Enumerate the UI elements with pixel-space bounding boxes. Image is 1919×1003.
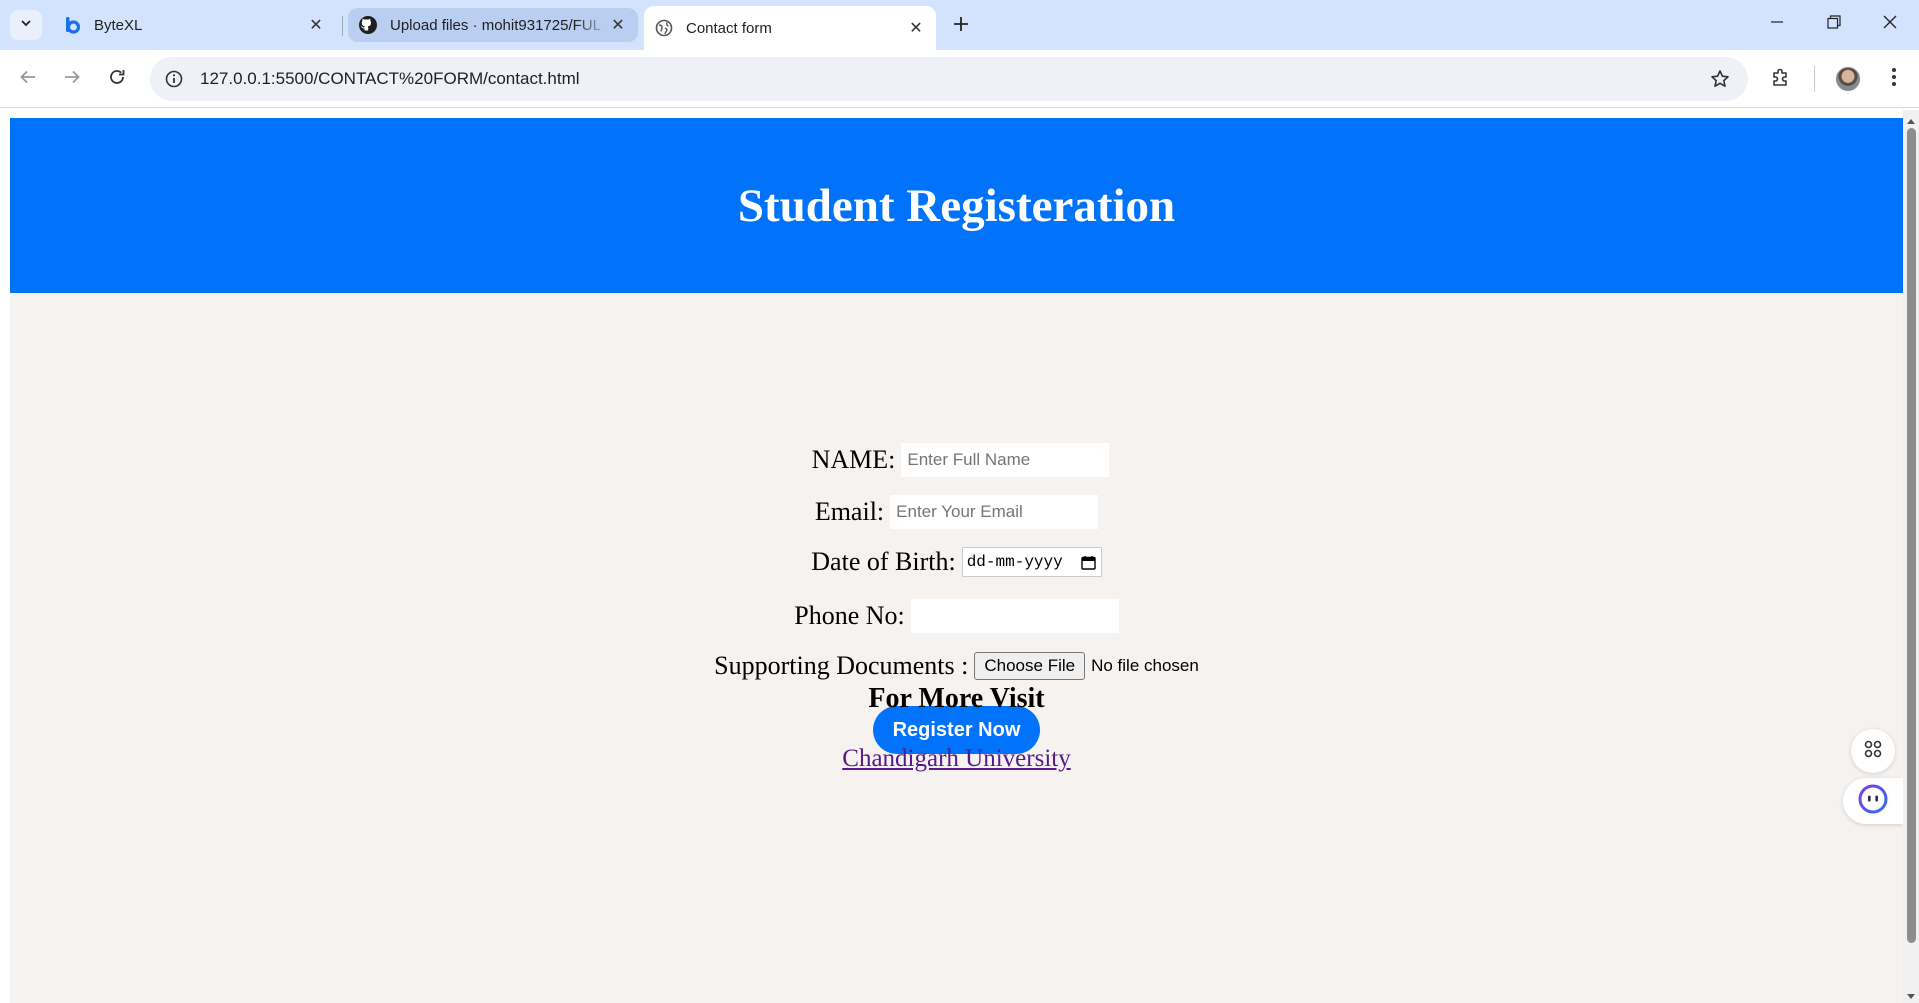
tab-contact-form[interactable]: Contact form ✕ — [644, 6, 936, 50]
avatar — [1836, 67, 1860, 91]
puzzle-icon — [1771, 67, 1791, 92]
browser-toolbar: 127.0.0.1:5500/CONTACT%20FORM/contact.ht… — [0, 50, 1919, 108]
dob-row: Date of Birth: dd-mm-yyyy — [10, 547, 1903, 577]
reload-button[interactable] — [101, 63, 133, 95]
close-icon[interactable]: ✕ — [906, 18, 926, 38]
close-icon — [1883, 15, 1897, 34]
page-scrollbar[interactable] — [1903, 110, 1919, 1003]
plus-icon — [953, 12, 969, 38]
kebab-menu-icon — [1891, 67, 1897, 92]
documents-row: Supporting Documents : Choose File No fi… — [10, 651, 1903, 681]
scroll-down-arrow-icon[interactable] — [1906, 989, 1916, 999]
email-label: Email: — [814, 497, 885, 526]
page-content: Student Registeration NAME: Email: Date … — [10, 118, 1903, 1003]
minimize-button[interactable] — [1755, 8, 1799, 40]
chandigarh-university-link[interactable]: Chandigarh University — [842, 745, 1070, 772]
name-row: NAME: — [14, 443, 1907, 477]
close-icon[interactable]: ✕ — [608, 15, 628, 35]
calendar-icon[interactable] — [1081, 554, 1097, 570]
tab-bytexl[interactable]: ByteXL ✕ — [52, 8, 336, 42]
tab-search-button[interactable] — [10, 10, 42, 40]
tab-strip: ByteXL ✕ Upload files · mohit931725/FUL … — [0, 0, 1919, 50]
globe-icon — [654, 18, 674, 38]
arrow-right-icon — [63, 68, 81, 91]
menu-button[interactable] — [1878, 63, 1910, 95]
page-header: Student Registeration — [10, 118, 1903, 293]
scroll-up-arrow-icon[interactable] — [1906, 113, 1916, 124]
github-icon — [358, 15, 378, 35]
choose-file-button[interactable]: Choose File — [974, 652, 1086, 680]
tab-separator — [342, 16, 343, 36]
email-row: Email: — [10, 495, 1903, 529]
toolbar-divider — [1814, 66, 1815, 92]
chevron-down-icon — [19, 16, 33, 35]
dob-label: Date of Birth: — [811, 547, 956, 576]
page-title: Student Registeration — [737, 179, 1176, 232]
restore-button[interactable] — [1812, 8, 1856, 40]
reload-icon — [108, 68, 126, 91]
tab-title: Contact form — [686, 19, 772, 37]
phone-input[interactable] — [910, 599, 1119, 633]
arrow-left-icon — [19, 68, 37, 91]
forward-button[interactable] — [56, 63, 88, 95]
phone-row: Phone No: — [10, 599, 1903, 633]
address-bar[interactable]: 127.0.0.1:5500/CONTACT%20FORM/contact.ht… — [150, 57, 1748, 101]
command-icon — [1862, 738, 1884, 765]
assistant-button[interactable] — [1843, 778, 1903, 824]
phone-label: Phone No: — [794, 601, 905, 630]
dob-placeholder: dd-mm-yyyy — [966, 553, 1063, 571]
extensions-button[interactable] — [1765, 63, 1797, 95]
name-label: NAME: — [811, 445, 896, 474]
file-status-text: No file chosen — [1091, 656, 1199, 675]
documents-label: Supporting Documents : — [714, 651, 969, 680]
email-input[interactable] — [890, 495, 1099, 529]
scrollbar-thumb[interactable] — [1907, 128, 1916, 943]
assistant-face-icon — [1858, 784, 1888, 819]
profile-button[interactable] — [1832, 63, 1864, 95]
new-tab-button[interactable] — [946, 10, 976, 40]
tab-title: Upload files · mohit931725/FUL — [390, 16, 601, 34]
quick-actions-button[interactable] — [1851, 729, 1895, 773]
back-button[interactable] — [12, 63, 44, 95]
page-gutter — [0, 110, 10, 1003]
name-input[interactable] — [901, 443, 1110, 477]
bookmark-star-icon[interactable] — [1708, 67, 1732, 91]
tab-github-upload[interactable]: Upload files · mohit931725/FUL ✕ — [348, 8, 638, 42]
restore-icon — [1827, 14, 1841, 34]
more-visit-heading: For More Visit — [868, 683, 1045, 714]
minimize-icon — [1770, 15, 1784, 34]
site-info-icon[interactable] — [162, 67, 186, 91]
dob-input[interactable]: dd-mm-yyyy — [961, 547, 1102, 577]
close-window-button[interactable] — [1868, 8, 1912, 40]
url-text[interactable]: 127.0.0.1:5500/CONTACT%20FORM/contact.ht… — [200, 69, 580, 89]
tab-title: ByteXL — [94, 16, 143, 34]
close-icon[interactable]: ✕ — [306, 15, 326, 35]
bytexl-logo-icon — [62, 15, 82, 35]
university-link-row: Chandigarh University — [10, 745, 1903, 773]
